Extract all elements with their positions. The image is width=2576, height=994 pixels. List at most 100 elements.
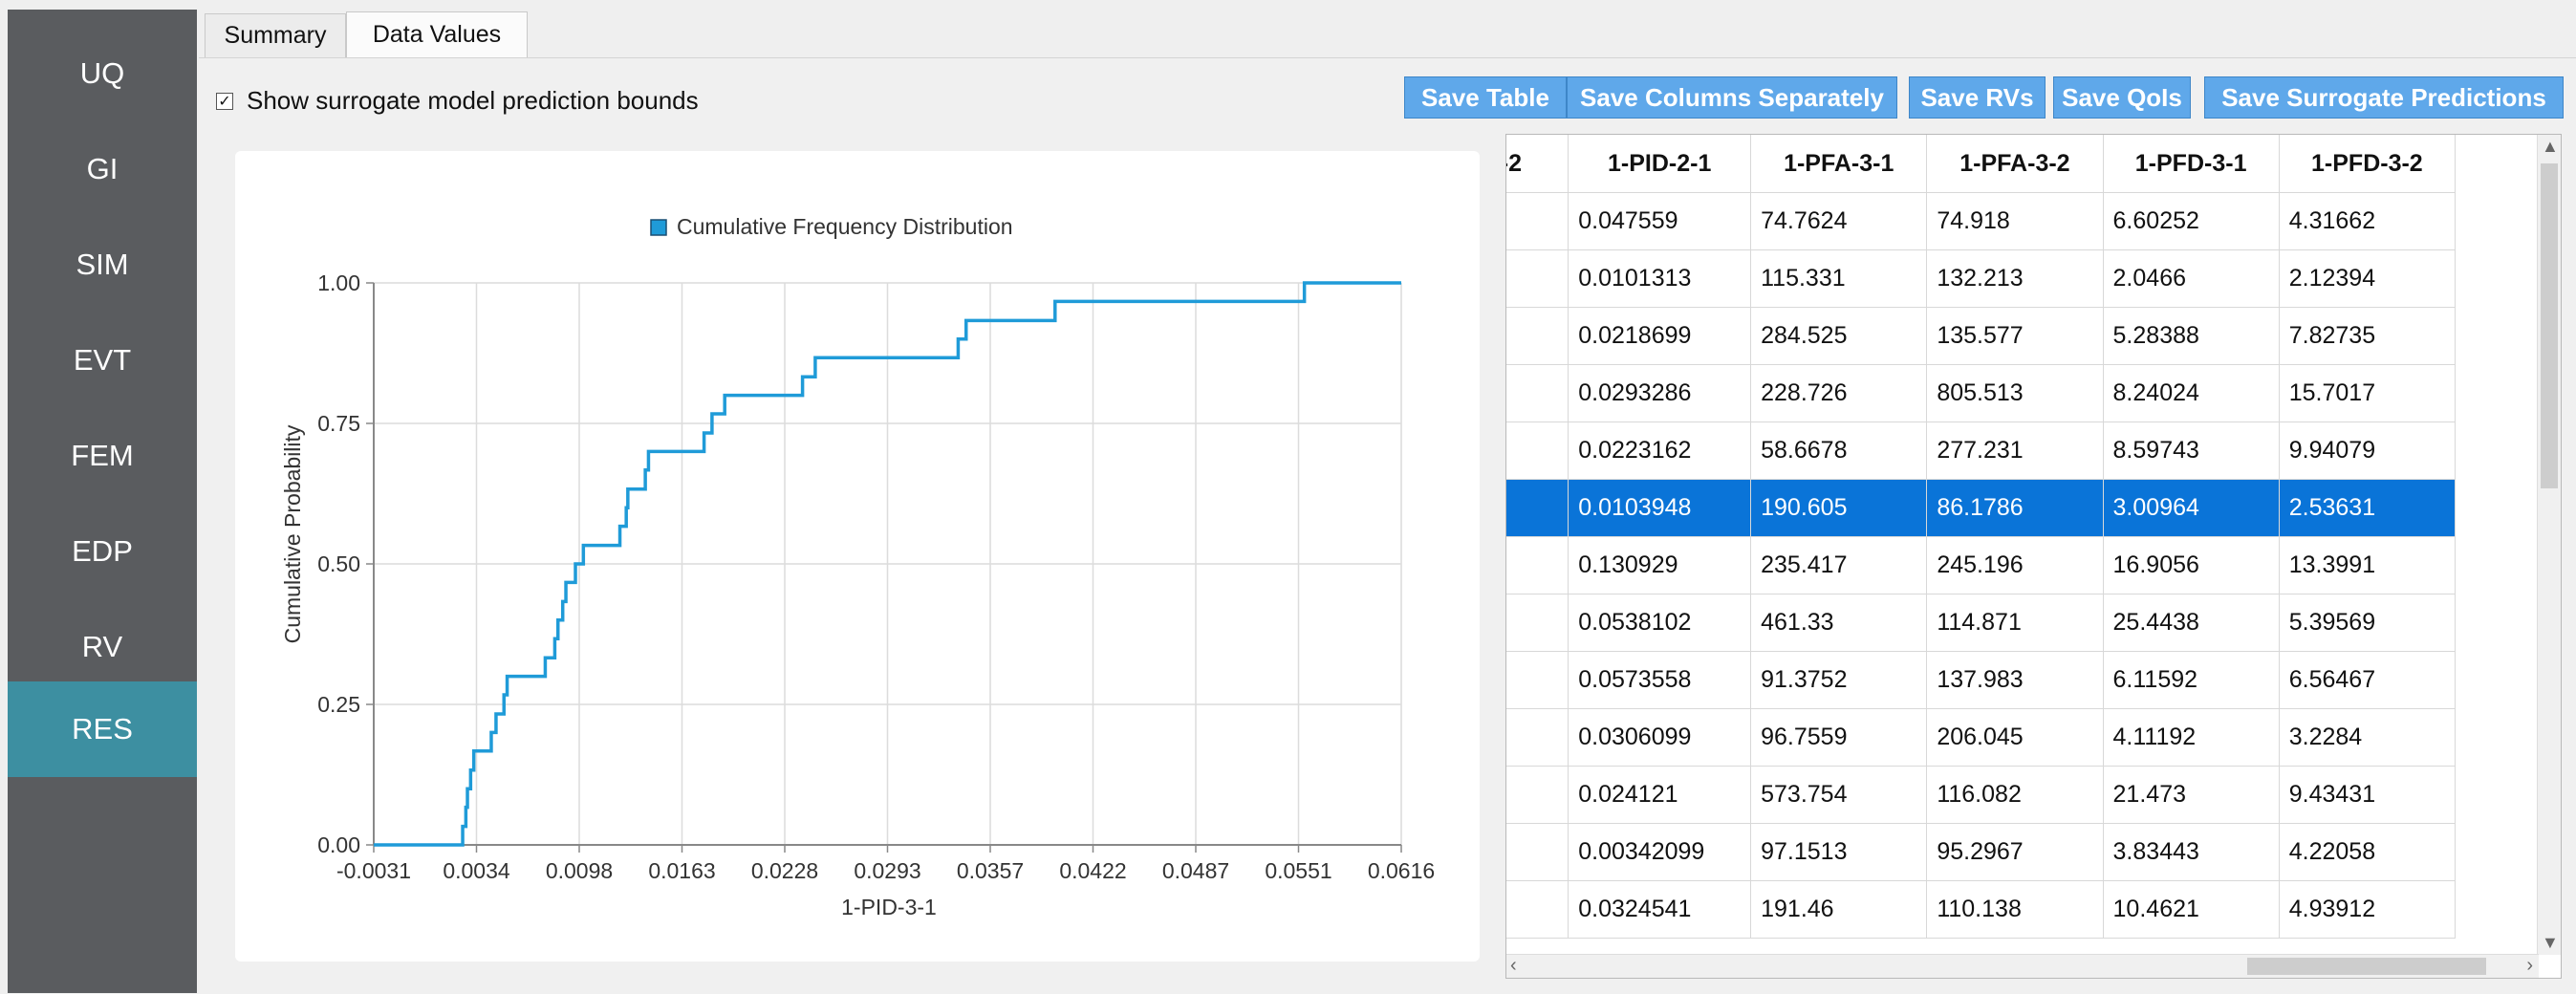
- show-bounds-checkbox[interactable]: ✓ Show surrogate model prediction bounds: [216, 86, 699, 116]
- table-cell[interactable]: 4.22058: [2279, 823, 2457, 881]
- table-cell[interactable]: 805.513: [1926, 364, 2104, 422]
- table-row[interactable]: 50.0101313115.331132.2132.04662.12394: [1506, 249, 2457, 308]
- tab-data-values[interactable]: Data Values: [346, 11, 528, 57]
- table-cell[interactable]: 228.726: [1750, 364, 1928, 422]
- sidebar-item-edp[interactable]: EDP: [8, 504, 197, 599]
- table-cell[interactable]: 58.6678: [1750, 421, 1928, 480]
- table-cell[interactable]: 2.12394: [2279, 249, 2457, 308]
- table-row[interactable]: 70.0103948190.60586.17863.009642.53631: [1506, 479, 2457, 537]
- table-cell[interactable]: 8.59743: [2103, 421, 2280, 480]
- table-cell[interactable]: 5.39569: [2279, 594, 2457, 652]
- table-cell[interactable]: 190.605: [1750, 479, 1928, 537]
- table-row[interactable]: 20.022316258.6678277.2318.597439.94079: [1506, 421, 2457, 480]
- column-header[interactable]: 1-PFD-3-1: [2103, 135, 2280, 193]
- table-cell[interactable]: 7: [1506, 651, 1569, 709]
- table-cell[interactable]: 97.1513: [1750, 823, 1928, 881]
- table-row[interactable]: 0.0306099 96.7559 206.045 4.11192 3.2284: [1506, 708, 2457, 767]
- table-row[interactable]: 70.0218699284.525135.5775.283887.82735: [1506, 307, 2457, 365]
- column-header[interactable]: FD-2-2: [1506, 135, 1569, 193]
- table-cell[interactable]: 9.43431: [2279, 766, 2457, 824]
- table-cell[interactable]: 0.00342099: [1568, 823, 1752, 881]
- table-cell[interactable]: 115.331: [1750, 249, 1928, 308]
- table-cell[interactable]: 1: [1506, 192, 1569, 250]
- sidebar-item-sim[interactable]: SIM: [8, 217, 197, 313]
- scroll-up-icon[interactable]: ▲: [2542, 137, 2559, 157]
- sidebar-item-rv[interactable]: RV: [8, 599, 197, 695]
- table-cell[interactable]: 15.7017: [2279, 364, 2457, 422]
- scroll-right-icon[interactable]: ›: [2526, 955, 2533, 977]
- table-cell[interactable]: 0.047559: [1568, 192, 1752, 250]
- table-cell[interactable]: 135.577: [1926, 307, 2104, 365]
- column-header[interactable]: 1-PFD-3-2: [2279, 135, 2457, 193]
- table-cell[interactable]: 0.0324541: [1568, 880, 1752, 939]
- table-cell[interactable]: 3.83443: [2103, 823, 2280, 881]
- table-cell[interactable]: 0.0223162: [1568, 421, 1752, 480]
- table-cell[interactable]: 6.56467: [2279, 651, 2457, 709]
- column-header[interactable]: 1-PID-2-1: [1568, 135, 1752, 193]
- table-cell[interactable]: 277.231: [1926, 421, 2104, 480]
- checkbox-check-icon[interactable]: ✓: [216, 92, 233, 110]
- table-cell[interactable]: 3.00964: [2103, 479, 2280, 537]
- table-cell[interactable]: 25.4438: [2103, 594, 2280, 652]
- table-cell[interactable]: 137.983: [1926, 651, 2104, 709]
- table-cell[interactable]: 16.9056: [2103, 536, 2280, 594]
- table-row[interactable]: 20.130929235.417245.19616.905613.3991: [1506, 536, 2457, 594]
- table-cell[interactable]: 9.94079: [2279, 421, 2457, 480]
- scroll-left-icon[interactable]: ‹: [1510, 955, 1517, 977]
- table-cell[interactable]: 4.31662: [2279, 192, 2457, 250]
- table-cell[interactable]: 86.1786: [1926, 479, 2104, 537]
- table-cell[interactable]: 0.0293286: [1568, 364, 1752, 422]
- table-cell[interactable]: 573.754: [1750, 766, 1928, 824]
- table-cell[interactable]: 6.11592: [2103, 651, 2280, 709]
- table-cell[interactable]: 191.46: [1750, 880, 1928, 939]
- table-cell[interactable]: 21.473: [2103, 766, 2280, 824]
- column-header[interactable]: 1-PFA-3-1: [1750, 135, 1928, 193]
- save-table-button[interactable]: Save Table: [1404, 76, 1567, 119]
- table-cell[interactable]: 3: [1506, 880, 1569, 939]
- table-cell[interactable]: 114.871: [1926, 594, 2104, 652]
- table-cell[interactable]: 0.0101313: [1568, 249, 1752, 308]
- table-cell[interactable]: 5: [1506, 249, 1569, 308]
- table-cell[interactable]: 0.0218699: [1568, 307, 1752, 365]
- table-cell[interactable]: 8.24024: [2103, 364, 2280, 422]
- table-row[interactable]: 10.04755974.762474.9186.602524.31662: [1506, 192, 2457, 250]
- table-cell[interactable]: 7: [1506, 307, 1569, 365]
- table-cell[interactable]: 7: [1506, 766, 1569, 824]
- table-cell[interactable]: 6.60252: [2103, 192, 2280, 250]
- table-cell[interactable]: 2: [1506, 421, 1569, 480]
- table-cell[interactable]: 0.024121: [1568, 766, 1752, 824]
- vertical-scrollbar[interactable]: ▲ ▼: [2537, 135, 2561, 955]
- save-qois-button[interactable]: Save QoIs: [2053, 76, 2191, 119]
- table-cell[interactable]: 95.2967: [1926, 823, 2104, 881]
- table-cell[interactable]: 2.53631: [2279, 479, 2457, 537]
- vertical-scroll-thumb[interactable]: [2541, 163, 2558, 488]
- table-row[interactable]: 20.0538102461.33114.87125.44385.39569: [1506, 594, 2457, 652]
- table-cell[interactable]: 4.93912: [2279, 880, 2457, 939]
- table-cell[interactable]: 132.213: [1926, 249, 2104, 308]
- table-cell[interactable]: 74.918: [1926, 192, 2104, 250]
- table-cell[interactable]: 5.28388: [2103, 307, 2280, 365]
- scroll-down-icon[interactable]: ▼: [2542, 933, 2559, 953]
- table-cell[interactable]: 7: [1506, 479, 1569, 537]
- table-cell[interactable]: 116.082: [1926, 766, 2104, 824]
- table-cell[interactable]: 13.3991: [2279, 536, 2457, 594]
- save-surrogate-button[interactable]: Save Surrogate Predictions: [2204, 76, 2564, 119]
- table-cell[interactable]: 206.045: [1926, 708, 2104, 767]
- sidebar-item-fem[interactable]: FEM: [8, 408, 197, 504]
- table-row[interactable]: 30.0324541191.46110.13810.46214.93912: [1506, 880, 2457, 939]
- horizontal-scroll-thumb[interactable]: [2247, 958, 2486, 975]
- table-cell[interactable]: 4.11192: [2103, 708, 2280, 767]
- table-row[interactable]: 40.0034209997.151395.29673.834434.22058: [1506, 823, 2457, 881]
- save-rvs-button[interactable]: Save RVs: [1909, 76, 2046, 119]
- table-row[interactable]: 20.0293286228.726805.5138.2402415.7017: [1506, 364, 2457, 422]
- table-cell[interactable]: 0.0103948: [1568, 479, 1752, 537]
- sidebar-item-gi[interactable]: GI: [8, 121, 197, 217]
- table-cell[interactable]: 74.7624: [1750, 192, 1928, 250]
- save-columns-button[interactable]: Save Columns Separately: [1567, 76, 1897, 119]
- sidebar-item-evt[interactable]: EVT: [8, 313, 197, 408]
- data-values-table-container[interactable]: FD-2-21-PID-2-11-PFA-3-11-PFA-3-21-PFD-3…: [1505, 134, 2562, 979]
- table-cell[interactable]: 110.138: [1926, 880, 2104, 939]
- table-cell[interactable]: [1506, 708, 1569, 767]
- table-cell[interactable]: 0.0573558: [1568, 651, 1752, 709]
- sidebar-item-res[interactable]: RES: [8, 681, 197, 777]
